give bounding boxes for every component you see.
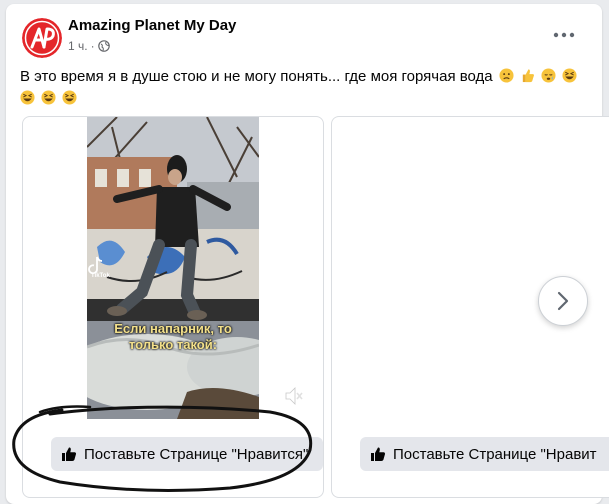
thumbs-up-icon [62,447,77,461]
grinning-squinting-face-icon [562,68,577,83]
post-time[interactable]: 1 ч. [68,39,88,53]
chevron-right-icon [557,291,569,311]
video-caption: Если напарник, то только такой: [87,321,259,353]
globe-icon [97,40,110,52]
page-avatar[interactable] [22,18,62,58]
grinning-squinting-face-icon [20,90,35,105]
worried-face-icon [499,68,514,83]
post-message: В это время я в душе стою и не могу поня… [20,66,590,110]
post-meta: 1 ч. · [68,39,110,53]
page-name-link[interactable]: Amazing Planet My Day [68,17,236,34]
caption-line-1: Если напарник, то [114,321,232,336]
speaker-muted-icon[interactable] [283,385,305,407]
carousel-next-button[interactable] [538,276,588,326]
more-dots-icon [553,32,575,38]
like-page-button[interactable]: Поставьте Странице "Нравится" [51,437,323,471]
like-page-button[interactable]: Поставьте Странице "Нравит [360,437,609,471]
sleepy-face-icon [541,68,556,83]
video-frame [87,117,259,419]
like-page-label: Поставьте Странице "Нравится" [84,445,309,463]
thumbs-up-icon [522,69,534,83]
like-page-label: Поставьте Странице "Нравит [393,445,597,463]
ap-logo-icon [22,18,62,58]
caption-line-2: только такой: [128,337,218,352]
meta-separator: · [90,39,95,53]
post-card: Amazing Planet My Day 1 ч. · В это время… [6,4,609,504]
grinning-squinting-face-icon [62,90,77,105]
carousel-card-1[interactable]: TikTok Если напарник, то только такой: П… [22,116,324,498]
post-text: В это время я в душе стою и не могу поня… [20,68,493,85]
video-player[interactable]: TikTok Если напарник, то только такой: [87,117,259,419]
grinning-squinting-face-icon [41,90,56,105]
tiktok-watermark: TikTok [91,273,110,279]
thumbs-up-icon [371,447,386,461]
more-options-button[interactable] [551,26,577,46]
